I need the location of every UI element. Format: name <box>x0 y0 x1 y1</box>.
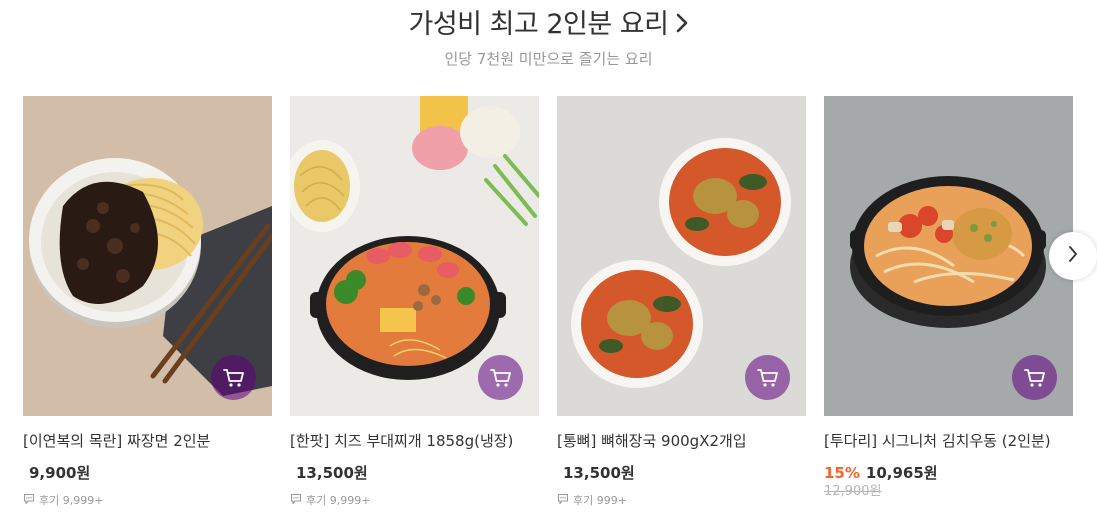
cart-icon <box>1023 368 1046 388</box>
speech-bubble-icon <box>290 493 306 508</box>
price-row: 13,500원 <box>290 462 539 484</box>
review-label: 후기 <box>39 494 60 507</box>
add-to-cart-button[interactable] <box>745 355 790 400</box>
speech-bubble-icon <box>557 493 573 508</box>
product-name[interactable]: [통뼈] 뼈해장국 900gX2개입 <box>557 430 806 452</box>
product-card[interactable]: [한팟] 치즈 부대찌개 1858g(냉장) 13,500원 후기 9,999+ <box>290 96 539 508</box>
product-price: 10,965원 <box>865 464 938 482</box>
product-price: 9,900원 <box>29 464 91 482</box>
product-card[interactable]: [투다리] 시그니처 김치우동 (2인분) 15% 10,965원 12,900원 <box>824 96 1073 500</box>
section-title: 가성비 최고 2인분 요리 <box>408 9 670 40</box>
product-image[interactable] <box>23 96 272 416</box>
review-count: 999+ <box>596 493 627 507</box>
review-label: 후기 <box>573 494 594 507</box>
product-price: 13,500원 <box>563 464 635 482</box>
price-row: 15% 10,965원 <box>824 462 1073 484</box>
add-to-cart-button[interactable] <box>1012 355 1057 400</box>
cart-icon <box>756 368 779 388</box>
price-row: 9,900원 <box>23 462 272 484</box>
section-title-link[interactable]: 가성비 최고 2인분 요리 <box>0 2 1097 41</box>
cart-icon <box>489 368 512 388</box>
review-count: 9,999+ <box>62 493 104 507</box>
speech-bubble-icon <box>23 493 39 508</box>
review-info: 후기 9,999+ <box>290 492 539 508</box>
product-name[interactable]: [이연복의 목란] 짜장면 2인분 <box>23 430 272 452</box>
review-info: 후기 9,999+ <box>23 492 272 508</box>
product-price: 13,500원 <box>296 464 368 482</box>
original-price: 12,900원 <box>824 484 882 499</box>
review-info: 후기 999+ <box>557 492 806 508</box>
product-image[interactable] <box>824 96 1073 416</box>
price-row: 13,500원 <box>557 462 806 484</box>
product-card[interactable]: [통뼈] 뼈해장국 900gX2개입 13,500원 후기 999+ <box>557 96 806 508</box>
product-card[interactable]: [이연복의 목란] 짜장면 2인분 9,900원 후기 9,999+ <box>23 96 272 508</box>
discount-rate: 15% <box>824 464 860 482</box>
review-label: 후기 <box>306 494 327 507</box>
section-subtitle: 인당 7천원 미만으로 즐기는 요리 <box>444 50 653 68</box>
carousel-next-button[interactable] <box>1049 232 1097 280</box>
cart-icon <box>222 368 245 388</box>
product-name[interactable]: [투다리] 시그니처 김치우동 (2인분) <box>824 430 1073 452</box>
add-to-cart-button[interactable] <box>478 355 523 400</box>
product-image[interactable] <box>290 96 539 416</box>
product-name[interactable]: [한팟] 치즈 부대찌개 1858g(냉장) <box>290 430 539 452</box>
review-count: 9,999+ <box>329 493 371 507</box>
product-image[interactable] <box>557 96 806 416</box>
add-to-cart-button[interactable] <box>211 355 256 400</box>
chevron-right-icon <box>675 10 689 41</box>
chevron-right-icon <box>1068 245 1078 267</box>
